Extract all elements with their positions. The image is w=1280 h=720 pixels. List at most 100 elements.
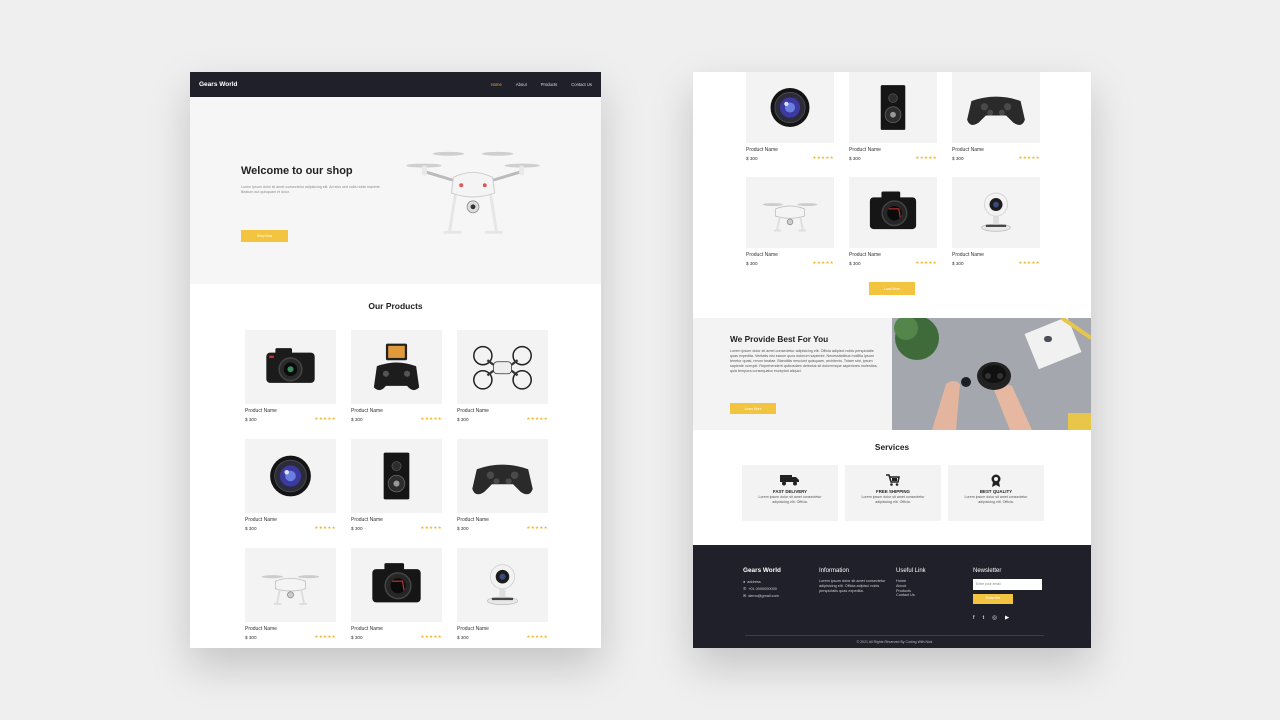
product-card[interactable]: Product Name $ 300 ★★★★★ xyxy=(746,72,834,161)
product-image[interactable] xyxy=(351,439,442,513)
product-image[interactable] xyxy=(351,330,442,404)
product-card[interactable]: Product Name $ 300 ★★★★★ xyxy=(351,548,442,640)
product-card[interactable]: Product Name $ 300 ★★★★★ xyxy=(245,439,336,531)
product-card[interactable]: Product Name $ 300 ★★★★★ xyxy=(952,72,1040,161)
product-image-camera-lens xyxy=(770,88,810,127)
award-icon xyxy=(991,474,1001,487)
product-image[interactable] xyxy=(457,548,548,622)
product-card[interactable]: Product Name $ 300 ★★★★★ xyxy=(746,177,834,266)
footer-links-column: Useful Link Home About Products Contact … xyxy=(896,567,956,598)
youtube-icon[interactable]: ▶ xyxy=(1005,615,1009,622)
product-image-webcam xyxy=(487,564,518,606)
footer-links-title: Useful Link xyxy=(896,568,926,574)
product-image[interactable] xyxy=(746,177,834,248)
product-name[interactable]: Product Name xyxy=(849,147,937,153)
product-image[interactable] xyxy=(245,548,336,622)
rating-stars: ★★★★★ xyxy=(812,155,834,160)
product-image[interactable] xyxy=(245,439,336,513)
product-price: $ 300 xyxy=(351,416,363,422)
cart-icon xyxy=(886,474,900,486)
site-brand[interactable]: Gears World xyxy=(199,81,238,88)
shop-now-button[interactable]: Shop Now xyxy=(241,230,288,242)
footer-brand-column: Gears World ● address ✆ +01 0000000000 ✉ de… xyxy=(743,567,809,601)
nav-link-contact[interactable]: Contact Us xyxy=(571,82,592,87)
product-card[interactable]: Product Name $ 300 ★★★★★ xyxy=(245,548,336,640)
service-card-free-shipping: FREE SHIPPING Lorem ipsum dolor sit amet… xyxy=(845,465,941,521)
product-name[interactable]: Product Name xyxy=(746,147,834,153)
product-name[interactable]: Product Name xyxy=(351,517,442,523)
service-title: BEST QUALITY xyxy=(979,489,1013,494)
product-image[interactable] xyxy=(849,177,937,248)
product-image[interactable] xyxy=(952,72,1040,143)
product-name[interactable]: Product Name xyxy=(245,408,336,414)
about-text: Lorem ipsum dolor sit amet consectetur a… xyxy=(730,349,878,373)
product-image[interactable] xyxy=(351,548,442,622)
homepage-preview-right: Product Name $ 300 ★★★★★ Product Name $ 300 ★… xyxy=(693,72,1091,648)
product-image-webcam xyxy=(981,192,1011,232)
product-image-gamepad xyxy=(472,464,533,495)
footer-phone: +01 0000000000 xyxy=(748,587,777,592)
footer-email[interactable]: demo@gmail.com xyxy=(748,593,779,600)
subscribe-button[interactable]: Subscribe xyxy=(973,594,1013,604)
rating-stars: ★★★★★ xyxy=(314,416,336,421)
product-name[interactable]: Product Name xyxy=(457,626,548,632)
hero-section: Welcome to our shop Lorem ipsum dolor si… xyxy=(190,97,601,284)
facebook-icon[interactable]: f xyxy=(973,615,975,622)
product-grid: Product Name $ 300 ★★★★★ Product Name $ 300 ★… xyxy=(245,330,548,640)
footer-brand: Gears World xyxy=(743,567,781,574)
twitter-icon[interactable]: t xyxy=(983,615,985,622)
nav-link-products[interactable]: Products xyxy=(541,82,558,87)
rating-stars: ★★★★★ xyxy=(526,634,548,639)
newsletter-email-input[interactable]: Enter your email xyxy=(973,579,1042,590)
product-name[interactable]: Product Name xyxy=(351,408,442,414)
homepage-preview-left: Gears World Home About Products Contact … xyxy=(190,72,601,648)
product-card[interactable]: Product Name $ 300 ★★★★★ xyxy=(351,330,442,422)
location-icon: ● xyxy=(743,580,746,584)
product-name[interactable]: Product Name xyxy=(351,626,442,632)
products-section-title: Our Products xyxy=(368,301,423,311)
service-card-fast-delivery: FAST DELIVERY Lorem ipsum dolor sit amet… xyxy=(742,465,838,521)
product-name[interactable]: Product Name xyxy=(746,252,834,258)
load-more-button[interactable]: Load More xyxy=(869,282,915,295)
product-name[interactable]: Product Name xyxy=(952,147,1040,153)
footer-link-contact[interactable]: Contact Us xyxy=(896,593,956,598)
product-image[interactable] xyxy=(849,72,937,143)
nav-link-home[interactable]: Home xyxy=(491,82,502,87)
product-image[interactable] xyxy=(457,330,548,404)
product-name[interactable]: Product Name xyxy=(245,517,336,523)
product-card[interactable]: Product Name $ 300 ★★★★★ xyxy=(457,439,548,531)
product-image-dslr-camera xyxy=(266,348,315,383)
service-title: FREE SHIPPING xyxy=(876,489,910,494)
product-price: $ 300 xyxy=(457,634,469,640)
product-card[interactable]: Product Name $ 300 ★★★★★ xyxy=(245,330,336,422)
product-card[interactable]: Product Name $ 300 ★★★★★ xyxy=(952,177,1040,266)
product-name[interactable]: Product Name xyxy=(952,252,1040,258)
rating-stars: ★★★★★ xyxy=(1018,260,1040,265)
mail-icon: ✉ xyxy=(743,594,747,599)
product-card[interactable]: Product Name $ 300 ★★★★★ xyxy=(351,439,442,531)
product-card[interactable]: Product Name $ 300 ★★★★★ xyxy=(849,177,937,266)
product-image[interactable] xyxy=(746,72,834,143)
product-image[interactable] xyxy=(245,330,336,404)
product-name[interactable]: Product Name xyxy=(457,408,548,414)
footer-newsletter-title: Newsletter xyxy=(973,568,1002,574)
rating-stars: ★★★★★ xyxy=(812,260,834,265)
rating-stars: ★★★★★ xyxy=(314,634,336,639)
about-title: We Provide Best For You xyxy=(730,334,829,344)
product-name[interactable]: Product Name xyxy=(457,517,548,523)
product-card[interactable]: Product Name $ 300 ★★★★★ xyxy=(457,330,548,422)
instagram-icon[interactable]: ◎ xyxy=(992,615,997,622)
product-name[interactable]: Product Name xyxy=(245,626,336,632)
product-image-phone-gamepad xyxy=(373,343,420,391)
product-card[interactable]: Product Name $ 300 ★★★★★ xyxy=(849,72,937,161)
nav-link-about[interactable]: About xyxy=(516,82,527,87)
product-image[interactable] xyxy=(952,177,1040,248)
learn-more-button[interactable]: Learn More xyxy=(730,403,776,414)
product-image-camera-body xyxy=(869,191,917,230)
product-name[interactable]: Product Name xyxy=(849,252,937,258)
rating-stars: ★★★★★ xyxy=(526,416,548,421)
product-card[interactable]: Product Name $ 300 ★★★★★ xyxy=(457,548,548,640)
product-image[interactable] xyxy=(457,439,548,513)
nav-menu: Home About Products Contact Us xyxy=(491,82,592,87)
about-earbuds-photo xyxy=(892,318,1091,430)
